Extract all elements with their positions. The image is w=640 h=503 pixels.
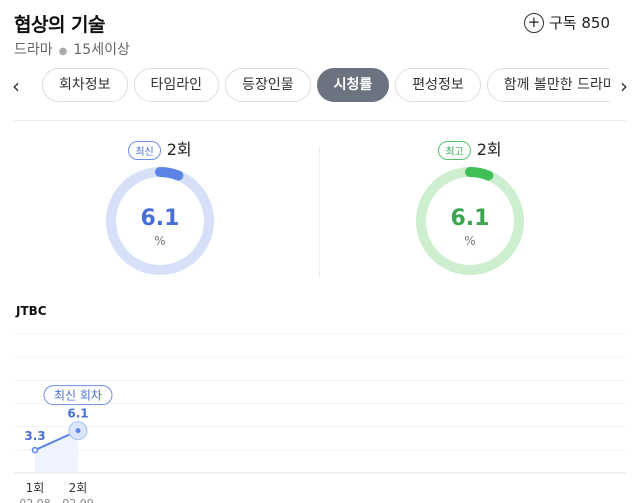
tab-0[interactable]: 회차정보: [42, 68, 128, 102]
subtitle: 드라마 ● 15세이상: [14, 39, 130, 59]
tab-2[interactable]: 등장인물: [225, 68, 311, 102]
highest-rating-gauge: 최고 2회 6.1 %: [320, 136, 620, 286]
latest-rating-unit: %: [154, 234, 166, 248]
chevron-right-icon[interactable]: ›: [614, 74, 634, 98]
chart-title: JTBC: [16, 304, 47, 318]
rating-label: 15세이상: [73, 42, 130, 58]
value-label-2: 6.1: [67, 407, 88, 421]
highest-badge: 최고: [438, 141, 471, 160]
latest-episode: 2회: [166, 140, 192, 159]
tab-4[interactable]: 편성정보: [395, 68, 481, 102]
rating-line-chart: 3.3 6.1 최신 회차 1회 02.08 2회 02.09: [14, 333, 626, 503]
x-tick-label-1: 1회: [26, 481, 45, 495]
highest-episode: 2회: [476, 140, 502, 159]
data-point-2: [75, 428, 81, 434]
tab-3[interactable]: 시청률: [316, 68, 390, 102]
data-point-1: [31, 446, 39, 454]
latest-rating-header: 최신 2회: [10, 136, 310, 160]
value-label-1: 3.3: [24, 429, 45, 443]
plus-icon: +: [523, 12, 544, 33]
tab-5[interactable]: 함께 볼만한 드라마: [486, 68, 610, 102]
divider: [14, 120, 626, 121]
genre-label: 드라마: [14, 42, 53, 58]
highest-rating-header: 최고 2회: [320, 136, 620, 160]
highest-rating-value: 6.1: [450, 206, 490, 231]
tab-list: 회차정보 타임라인 등장인물 시청률 편성정보 함께 볼만한 드라마: [42, 68, 610, 106]
callout-label: 최신 회차: [54, 389, 102, 403]
tab-1[interactable]: 타임라인: [133, 68, 220, 102]
chevron-left-icon[interactable]: ‹: [6, 74, 26, 98]
tab-bar: ‹ 회차정보 타임라인 등장인물 시청률 편성정보 함께 볼만한 드라마 ›: [0, 66, 640, 112]
latest-rating-value: 6.1: [140, 206, 180, 231]
highest-rating-unit: %: [464, 234, 476, 248]
subscribe-button[interactable]: + 구독 850: [523, 12, 610, 33]
x-tick-date-1: 02.08: [19, 497, 51, 503]
latest-rating-gauge: 최신 2회 6.1 %: [10, 136, 310, 286]
latest-badge: 최신: [128, 141, 161, 160]
separator-dot: ●: [58, 46, 68, 57]
subscribe-label: 구독: [548, 14, 577, 32]
x-tick-date-2: 02.09: [62, 497, 94, 503]
x-tick-label-2: 2회: [69, 481, 88, 495]
page-title: 협상의 기술: [14, 14, 106, 36]
subscribe-count: 850: [581, 13, 610, 32]
